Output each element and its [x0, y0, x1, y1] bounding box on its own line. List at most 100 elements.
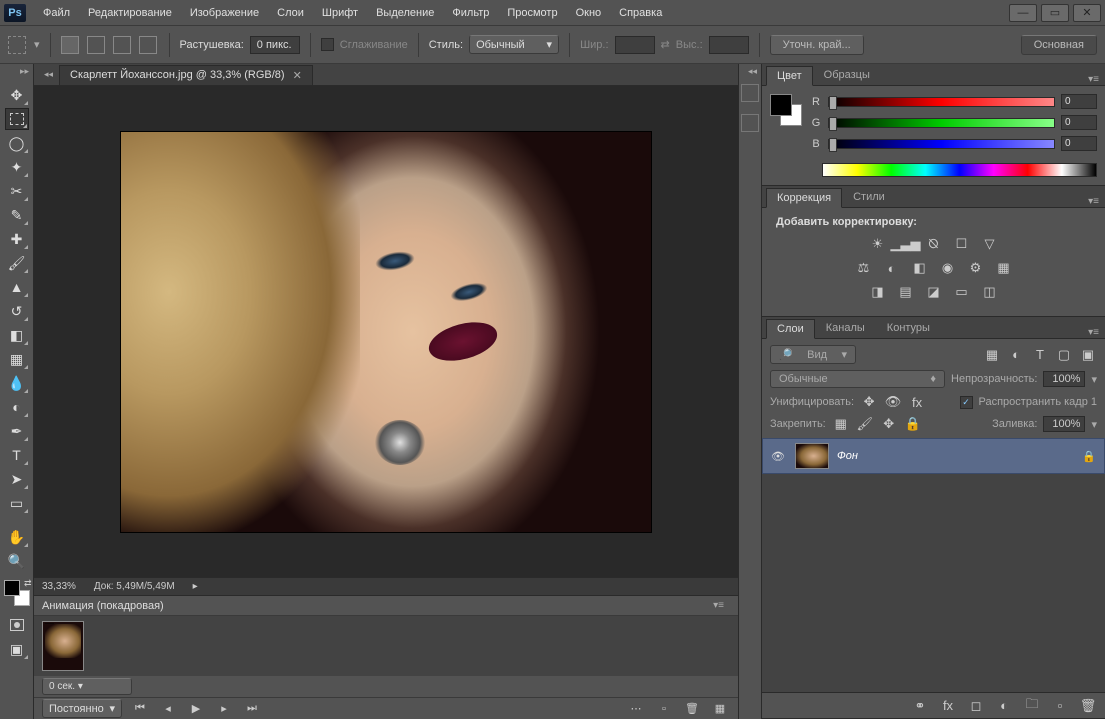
last-frame-icon[interactable]: ⏭ [242, 701, 262, 717]
delete-frame-icon[interactable]: 🗑 [682, 701, 702, 717]
new-layer-icon[interactable]: ▫ [1051, 698, 1069, 714]
adj-levels-icon[interactable]: ▁▃▅ [897, 236, 915, 252]
intersect-selection-icon[interactable] [139, 36, 157, 54]
first-frame-icon[interactable]: ⏮ [130, 701, 150, 717]
adj-colorlookup-icon[interactable]: ▦ [995, 260, 1013, 276]
close-tab-icon[interactable]: ✕ [293, 69, 302, 82]
adj-curves-icon[interactable]: ⦰ [925, 236, 943, 252]
layer-name[interactable]: Фон [837, 450, 1074, 462]
minimize-button[interactable]: — [1009, 4, 1037, 22]
adj-posterize-icon[interactable]: ▤ [897, 284, 915, 300]
adj-selective-icon[interactable]: ◫ [981, 284, 999, 300]
menu-select[interactable]: Выделение [367, 3, 443, 23]
adj-photofilter-icon[interactable]: ◉ [939, 260, 957, 276]
stamp-tool[interactable]: ▲ [5, 276, 29, 298]
refine-edge-button[interactable]: Уточн. край... [770, 35, 864, 55]
timeline-mode-icon[interactable]: ▦ [710, 701, 730, 717]
tab-channels[interactable]: Каналы [815, 318, 876, 338]
status-flyout-icon[interactable]: ▸ [193, 581, 198, 592]
magic-wand-tool[interactable]: ✦ [5, 156, 29, 178]
canvas-viewport[interactable] [34, 86, 738, 577]
quickmask-tool[interactable] [5, 614, 29, 636]
add-selection-icon[interactable] [87, 36, 105, 54]
unify-position-icon[interactable]: ✥ [860, 394, 878, 410]
healing-tool[interactable]: ✚ [5, 228, 29, 250]
eraser-tool[interactable]: ◧ [5, 324, 29, 346]
menu-layer[interactable]: Слои [268, 3, 313, 23]
blendmode-select[interactable]: Обычные♦ [770, 370, 945, 388]
adj-exposure-icon[interactable]: ☐ [953, 236, 971, 252]
animation-frame[interactable]: 1 [42, 621, 84, 671]
gutter-collapse-icon[interactable]: ◂◂ [748, 66, 757, 77]
shape-tool[interactable]: ▭ [5, 492, 29, 514]
new-group-icon[interactable]: 🗀 [1023, 698, 1041, 714]
new-selection-icon[interactable] [61, 36, 79, 54]
gutter-history-icon[interactable] [741, 84, 759, 102]
menu-view[interactable]: Просмотр [498, 3, 566, 23]
filter-kind-select[interactable]: 🔎 Вид ▾ [770, 345, 856, 364]
r-slider[interactable] [828, 97, 1055, 107]
fill-dropdown-icon[interactable]: ▾ [1091, 418, 1097, 431]
eyedropper-tool[interactable]: ✎ [5, 204, 29, 226]
frame-delay-select[interactable]: 0 сек. ▾ [42, 678, 132, 695]
next-frame-icon[interactable]: ▸ [214, 701, 234, 717]
menu-file[interactable]: Файл [34, 3, 79, 23]
dodge-tool[interactable]: ◐ [5, 396, 29, 418]
filter-smart-icon[interactable]: ▣ [1079, 347, 1097, 363]
lock-position-icon[interactable]: ✥ [880, 416, 898, 432]
color-panel-menu-icon[interactable]: ▾≡ [1082, 74, 1105, 85]
layer-fx-icon[interactable]: fx [939, 698, 957, 714]
style-select[interactable]: Обычный▾ [469, 35, 559, 54]
tool-preset-icon[interactable] [8, 36, 26, 54]
subtract-selection-icon[interactable] [113, 36, 131, 54]
adj-hue-icon[interactable]: ⚖ [855, 260, 873, 276]
adj-brightness-icon[interactable]: ☀ [869, 236, 887, 252]
lock-paint-icon[interactable]: 🖌 [856, 416, 874, 432]
crop-tool[interactable]: ✂ [5, 180, 29, 202]
menu-edit[interactable]: Редактирование [79, 3, 181, 23]
pen-tool[interactable]: ✒ [5, 420, 29, 442]
zoom-tool[interactable]: 🔍 [5, 550, 29, 572]
spectrum-ramp[interactable] [822, 163, 1097, 177]
animation-panel-menu-icon[interactable]: ▾≡ [707, 600, 730, 611]
new-frame-icon[interactable]: ▫ [654, 701, 674, 717]
menu-help[interactable]: Справка [610, 3, 671, 23]
new-adjustment-layer-icon[interactable]: ◐ [995, 698, 1013, 714]
doc-size-readout[interactable]: Док: 5,49M/5,49M [94, 581, 175, 592]
play-icon[interactable]: ▶ [186, 701, 206, 717]
color-fgbg[interactable]: ⇄ [4, 580, 30, 606]
menu-image[interactable]: Изображение [181, 3, 268, 23]
tab-color[interactable]: Цвет [766, 66, 813, 86]
collapse-tools-icon[interactable]: ▸▸ [20, 66, 29, 77]
filter-shape-icon[interactable]: ▢ [1055, 347, 1073, 363]
brush-tool[interactable]: 🖌 [5, 252, 29, 274]
unify-visibility-icon[interactable]: 👁 [884, 394, 902, 410]
move-tool[interactable]: ✥ [5, 84, 29, 106]
panel-fgbg-swatch[interactable] [770, 94, 802, 126]
tab-styles[interactable]: Стили [842, 187, 896, 207]
blur-tool[interactable]: 💧 [5, 372, 29, 394]
layer-mask-icon[interactable]: ◻ [967, 698, 985, 714]
feather-input[interactable] [250, 36, 300, 54]
layers-panel-menu-icon[interactable]: ▾≡ [1082, 327, 1105, 338]
b-input[interactable] [1061, 136, 1097, 151]
adj-bw-icon[interactable]: ◧ [911, 260, 929, 276]
tab-swatches[interactable]: Образцы [813, 65, 881, 85]
propagate-checkbox[interactable]: ✓ [960, 396, 973, 409]
menu-type[interactable]: Шрифт [313, 3, 367, 23]
b-slider[interactable] [828, 139, 1055, 149]
adjustments-panel-menu-icon[interactable]: ▾≡ [1082, 196, 1105, 207]
lock-pixels-icon[interactable]: ▦ [832, 416, 850, 432]
menu-window[interactable]: Окно [567, 3, 611, 23]
adj-vibrance-icon[interactable]: ▽ [981, 236, 999, 252]
loop-select[interactable]: Постоянно▾ [42, 699, 122, 718]
tab-adjustments[interactable]: Коррекция [766, 188, 842, 208]
opacity-input[interactable]: 100% [1043, 371, 1085, 387]
path-selection-tool[interactable]: ➤ [5, 468, 29, 490]
adj-channelmixer-icon[interactable]: ⚙ [967, 260, 985, 276]
adj-threshold-icon[interactable]: ◪ [925, 284, 943, 300]
document-tab[interactable]: Скарлетт Йоханссон.jpg @ 33,3% (RGB/8) ✕ [59, 65, 313, 85]
layer-visibility-icon[interactable]: 👁 [771, 450, 787, 463]
filter-pixel-icon[interactable]: ▦ [983, 347, 1001, 363]
close-button[interactable]: ✕ [1073, 4, 1101, 22]
